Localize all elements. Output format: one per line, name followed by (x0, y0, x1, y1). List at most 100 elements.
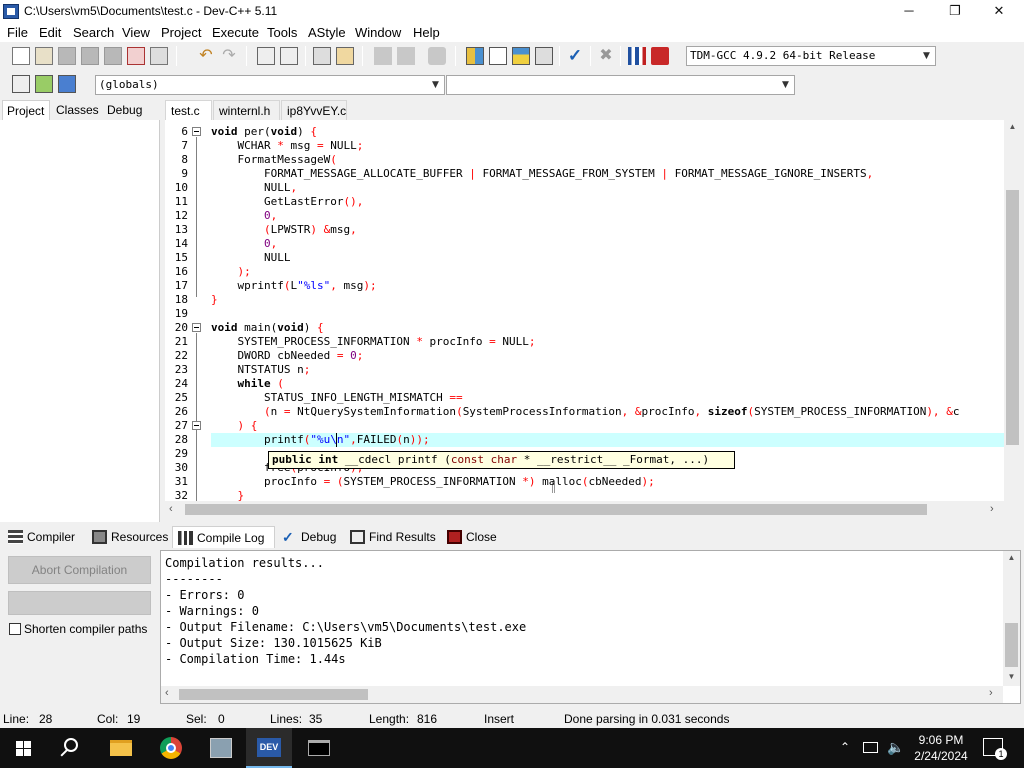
tab-project[interactable]: Project (2, 100, 50, 120)
menu-search[interactable]: Search (73, 25, 114, 40)
editor-vertical-scrollbar[interactable]: ▲ (1004, 120, 1021, 501)
goto-line-icon[interactable] (313, 47, 331, 65)
console-button[interactable] (296, 728, 342, 768)
print-icon[interactable] (150, 47, 168, 65)
scroll-left-icon[interactable]: ‹ (169, 503, 181, 516)
show-hidden-icons-icon[interactable]: ⌃ (840, 740, 850, 754)
new-file-icon[interactable] (12, 47, 30, 65)
stop-execution-icon[interactable]: ✖ (597, 47, 615, 65)
toggle-bookmark-icon[interactable] (336, 47, 354, 65)
tab-classes[interactable]: Classes (52, 100, 102, 120)
tab-debug-left[interactable]: Debug (103, 100, 151, 120)
compile-log-output[interactable]: Compilation results... -------- - Errors… (160, 550, 1021, 704)
search-button[interactable] (48, 728, 94, 768)
scroll-up-icon[interactable]: ▲ (1003, 553, 1020, 562)
scroll-left-icon[interactable]: ‹ (165, 687, 169, 699)
tab-test-c[interactable]: test.c (165, 100, 212, 120)
fold-toggle-icon[interactable] (192, 127, 201, 136)
tab-compile-log[interactable]: Compile Log (172, 526, 275, 548)
scroll-up-icon[interactable]: ▲ (1004, 122, 1021, 134)
line-number: 10 (174, 181, 188, 194)
project-tree[interactable] (0, 120, 160, 522)
undo-icon[interactable]: ↶ (197, 47, 215, 65)
open-file-icon[interactable] (35, 47, 53, 65)
file-explorer-button[interactable] (98, 728, 144, 768)
compile-run-icon[interactable] (512, 47, 530, 65)
volume-muted-icon[interactable]: 🔈 (887, 739, 904, 756)
scroll-right-icon[interactable]: › (990, 503, 1002, 516)
line-number: 6 (181, 125, 188, 138)
scroll-right-icon[interactable]: › (989, 687, 993, 699)
scope-select[interactable]: (globals) ▼ (95, 75, 445, 95)
app-button[interactable] (198, 728, 244, 768)
abort-compilation-button[interactable]: Abort Compilation (8, 556, 151, 584)
start-button[interactable] (0, 728, 46, 768)
menu-execute[interactable]: Execute (212, 25, 259, 40)
log-line: Compilation results... (165, 556, 324, 570)
scrollbar-thumb[interactable] (1006, 190, 1019, 445)
menu-help[interactable]: Help (413, 25, 440, 40)
clock-time[interactable]: 9:06 PM (917, 733, 965, 747)
log-vertical-scrollbar[interactable]: ▲ ▼ (1003, 551, 1020, 686)
save-icon[interactable] (58, 47, 76, 65)
tab-resources[interactable]: Resources (87, 526, 171, 548)
line-number: 27 (174, 419, 188, 432)
maximize-button[interactable]: ❐ (932, 0, 978, 23)
class-browser-icon[interactable] (12, 75, 30, 93)
toolbar-separator (620, 46, 621, 66)
compile-log-chart-icon (178, 531, 193, 545)
tab-ip8yvvey-c[interactable]: ip8YvvEY.c (281, 100, 347, 120)
minimize-button[interactable]: ─ (886, 0, 932, 23)
code-editor[interactable]: 6 7 8 9 10 11 12 13 14 15 16 17 18 19 20… (165, 120, 1004, 501)
function-select[interactable]: ▼ (446, 75, 795, 95)
menu-project[interactable]: Project (161, 25, 201, 40)
goto-declaration-icon[interactable] (58, 75, 76, 93)
fold-toggle-icon[interactable] (192, 323, 201, 332)
code-line: GetLastError(), (211, 195, 364, 208)
close-window-button[interactable]: ✕ (976, 0, 1022, 23)
toggle-comment-icon[interactable] (428, 47, 446, 65)
profile-icon[interactable] (628, 47, 646, 65)
devcpp-app-icon[interactable] (3, 4, 19, 19)
rebuild-all-icon[interactable] (535, 47, 553, 65)
scroll-down-icon[interactable]: ▼ (1003, 672, 1020, 681)
tab-debug-bottom[interactable]: ✓ Debug (277, 526, 343, 548)
insert-icon[interactable] (35, 75, 53, 93)
network-icon[interactable] (863, 742, 878, 753)
tab-close[interactable]: Close (442, 526, 502, 548)
replace-icon[interactable] (280, 47, 298, 65)
menu-tools[interactable]: Tools (267, 25, 297, 40)
menu-edit[interactable]: Edit (39, 25, 61, 40)
delete-profile-icon[interactable] (651, 47, 669, 65)
fold-line (196, 333, 197, 501)
close-all-icon[interactable] (127, 47, 145, 65)
find-icon[interactable] (257, 47, 275, 65)
scrollbar-thumb[interactable] (179, 689, 368, 700)
log-horizontal-scrollbar[interactable]: ‹ › (161, 686, 1003, 703)
devcpp-taskbar-button[interactable]: DEV (246, 728, 292, 768)
close-file-icon[interactable] (104, 47, 122, 65)
menu-astyle[interactable]: AStyle (308, 25, 346, 40)
chrome-button[interactable] (148, 728, 194, 768)
menu-file[interactable]: File (7, 25, 28, 40)
tab-find-results[interactable]: Find Results (345, 526, 440, 548)
fold-toggle-icon[interactable] (192, 421, 201, 430)
compiler-select[interactable]: TDM-GCC 4.9.2 64-bit Release ▼ (686, 46, 936, 66)
compile-icon[interactable] (466, 47, 484, 65)
menu-window[interactable]: Window (355, 25, 401, 40)
clock-date[interactable]: 2/24/2024 (910, 749, 972, 763)
syntax-check-icon[interactable]: ✓ (566, 47, 584, 65)
scrollbar-thumb[interactable] (185, 504, 927, 515)
menu-view[interactable]: View (122, 25, 150, 40)
redo-icon[interactable]: ↷ (220, 47, 238, 65)
tab-winternl-h[interactable]: winternl.h (213, 100, 280, 120)
tab-compiler[interactable]: Compiler (3, 526, 85, 548)
shorten-paths-checkbox[interactable] (9, 623, 21, 635)
editor-horizontal-scrollbar[interactable]: ‹ › (165, 501, 1004, 518)
indent-icon[interactable] (397, 47, 415, 65)
unindent-icon[interactable] (374, 47, 392, 65)
line-number: 26 (174, 405, 188, 418)
run-icon[interactable] (489, 47, 507, 65)
scrollbar-thumb[interactable] (1005, 623, 1018, 667)
save-all-icon[interactable] (81, 47, 99, 65)
